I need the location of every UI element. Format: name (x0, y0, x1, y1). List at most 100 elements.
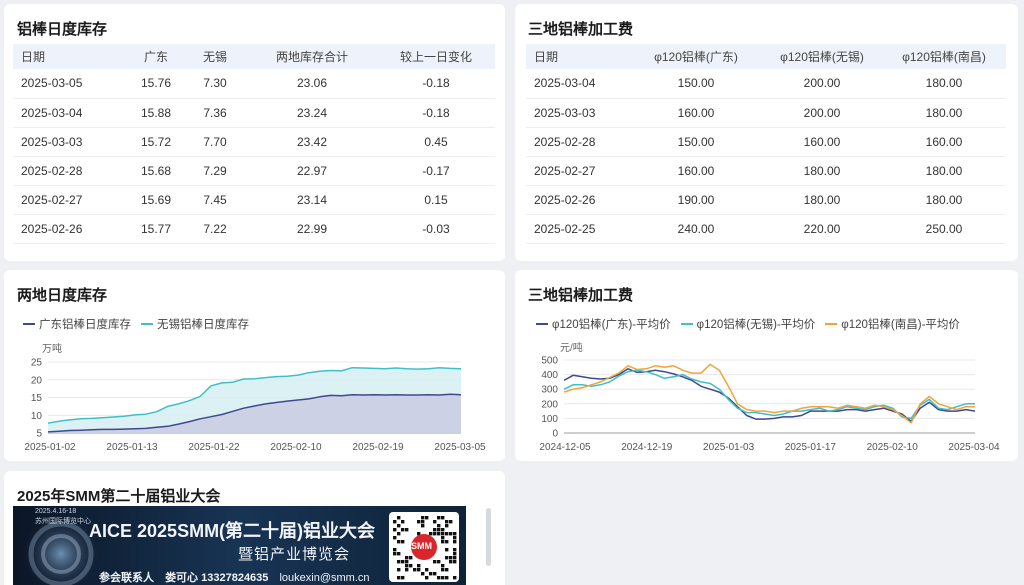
table-row: 2025-03-04 150.00 200.00 180.00 (526, 69, 1006, 99)
banner-contact-person: 娄可心 13327824635 (165, 572, 269, 584)
table-cell: 180.00 (762, 185, 882, 215)
conference-title: 2025年SMM第二十届铝业大会 (17, 488, 221, 505)
banner-logo-text: SMM (411, 541, 432, 551)
table-cell: 23.14 (247, 185, 377, 215)
series-line[interactable] (563, 368, 976, 423)
table-cell: 15.77 (129, 214, 183, 244)
y-tick-label: 5 (36, 429, 42, 440)
column-header[interactable]: φ120铝棒(无锡) (762, 44, 882, 69)
table-cell: 180.00 (882, 69, 1006, 99)
table-cell: 160.00 (882, 127, 1006, 157)
banner-date: 2025.4.16-18 (35, 508, 77, 515)
table-cell: 23.24 (247, 98, 377, 128)
table-cell: 15.76 (129, 69, 183, 99)
x-tick-label: 2025-01-13 (106, 442, 158, 453)
table-cell: 250.00 (882, 214, 1006, 244)
table-cell: 240.00 (630, 214, 762, 244)
table-cell: 22.99 (247, 214, 377, 244)
x-tick-label: 2025-02-19 (352, 442, 404, 453)
table-cell: 7.29 (183, 156, 247, 186)
table-cell: 15.69 (129, 185, 183, 215)
fee-table-scroll[interactable]: 日期 φ120铝棒(广东) φ120铝棒(无锡) φ120铝棒(南昌) 2025-03… (526, 44, 1006, 253)
table-cell: 23.06 (247, 69, 377, 99)
conference-scrollbar[interactable] (486, 508, 491, 566)
table-row: 2025-03-04 15.88 7.36 23.24 -0.18 (13, 98, 495, 128)
table-cell: 2025-03-05 (13, 69, 129, 99)
y-tick-label: 10 (31, 411, 43, 422)
x-tick-label: 2024-12-05 (539, 442, 591, 453)
table-cell: 150.00 (630, 69, 762, 99)
table-cell: 2025-02-27 (13, 185, 129, 215)
table-cell: 180.00 (882, 185, 1006, 215)
table-cell: -0.17 (377, 156, 495, 186)
y-tick-label: 200 (541, 399, 558, 410)
table-cell: 7.30 (183, 69, 247, 99)
table-cell: 2025-03-03 (526, 98, 630, 128)
table-row: 2025-03-03 160.00 200.00 180.00 (526, 98, 1006, 128)
x-tick-label: 2025-01-17 (785, 442, 837, 453)
banner-email: loukexin@smm.cn (279, 572, 370, 584)
column-header[interactable]: φ120铝棒(广东) (630, 44, 762, 69)
table-header-row: 日期 φ120铝棒(广东) φ120铝棒(无锡) φ120铝棒(南昌) (526, 44, 1006, 69)
stock-table-scroll[interactable]: 日期 广东 无锡 两地库存合计 较上一日变化 2025-03-05 15.76 7.30 23… (13, 44, 495, 253)
table-row: 2025-02-27 15.69 7.45 23.14 0.15 (13, 185, 495, 215)
table-row: 2025-03-05 15.76 7.30 23.06 -0.18 (13, 69, 495, 99)
x-tick-label: 2025-03-04 (948, 442, 1000, 453)
banner-contact-label: 参会联系人 (99, 572, 154, 584)
table-cell: 23.42 (247, 127, 377, 157)
table-cell: 2025-02-26 (526, 185, 630, 215)
y-tick-label: 15 (31, 393, 43, 404)
y-tick-label: 400 (541, 370, 558, 381)
fee-table-card: 三地铝棒加工费 日期 φ120铝棒(广东) φ120铝棒(无锡) φ120铝棒(南昌)… (515, 4, 1018, 261)
table-cell: 0.15 (377, 185, 495, 215)
column-header[interactable]: 日期 (526, 44, 630, 69)
y-tick-label: 500 (541, 356, 558, 367)
column-header[interactable]: 广东 (129, 44, 183, 69)
x-tick-label: 2025-01-02 (24, 442, 76, 453)
table-row: 2025-02-26 190.00 180.00 180.00 (526, 185, 1006, 215)
banner-headline-right: SMM(第二十届)铝业大会 (177, 521, 376, 541)
stock-table-title: 铝棒日度库存 (17, 21, 108, 38)
table-cell: 190.00 (630, 185, 762, 215)
table-cell: -0.18 (377, 98, 495, 128)
table-cell: 7.22 (183, 214, 247, 244)
table-cell: 150.00 (630, 127, 762, 157)
table-cell: 15.68 (129, 156, 183, 186)
table-cell: 22.97 (247, 156, 377, 186)
table-cell: 2025-02-28 (13, 156, 129, 186)
table-row: 2025-02-26 15.77 7.22 22.99 -0.03 (13, 214, 495, 244)
table-cell: 180.00 (882, 156, 1006, 186)
table-cell: 2025-03-03 (13, 127, 129, 157)
table-row: 2025-02-28 150.00 160.00 160.00 (526, 127, 1006, 157)
banner-contact: 参会联系人 娄可心 13327824635 loukexin@smm.cn (99, 569, 370, 585)
x-tick-label: 2025-02-10 (270, 442, 322, 453)
table-cell: 2025-02-27 (526, 156, 630, 186)
stock-table: 日期 广东 无锡 两地库存合计 较上一日变化 2025-03-05 15.76 7.30 23… (13, 44, 495, 244)
table-row: 2025-02-27 160.00 180.00 180.00 (526, 156, 1006, 186)
table-cell: 7.70 (183, 127, 247, 157)
conference-banner[interactable]: 2025.4.16-18 苏州国际博览中心 AICE 2025SMM(第二十届)… (13, 506, 466, 585)
banner-venue: 苏州国际博览中心 (35, 518, 91, 525)
table-cell: 2025-02-28 (526, 127, 630, 157)
stock-chart: 5 10 15 20 25 2025-01-02 2025-01-13 2025-01-22 2… (24, 358, 486, 454)
table-cell: 0.45 (377, 127, 495, 157)
column-header[interactable]: 两地库存合计 (247, 44, 377, 69)
table-cell: 7.36 (183, 98, 247, 128)
x-tick-label: 2024-12-19 (621, 442, 673, 453)
column-header[interactable]: 较上一日变化 (377, 44, 495, 69)
table-header-row: 日期 广东 无锡 两地库存合计 较上一日变化 (13, 44, 495, 69)
fee-chart-card: 三地铝棒加工费 φ120铝棒(广东)-平均价 φ120铝棒(无锡)-平均价 φ120… (515, 270, 1018, 461)
table-cell: -0.03 (377, 214, 495, 244)
banner-headline-left: AICE 2025 (89, 521, 178, 541)
column-header[interactable]: φ120铝棒(南昌) (882, 44, 1006, 69)
column-header[interactable]: 日期 (13, 44, 129, 69)
fee-table: 日期 φ120铝棒(广东) φ120铝棒(无锡) φ120铝棒(南昌) 2025-03… (526, 44, 1006, 244)
table-cell: 2025-03-04 (526, 69, 630, 99)
table-cell: 2025-03-04 (13, 98, 129, 128)
table-cell: 15.72 (129, 127, 183, 157)
column-header[interactable]: 无锡 (183, 44, 247, 69)
x-tick-label: 2025-01-03 (703, 442, 755, 453)
table-row: 2025-03-03 15.72 7.70 23.42 0.45 (13, 127, 495, 157)
table-cell: 15.88 (129, 98, 183, 128)
fee-chart: 0 100 200 300 400 500 2024-12-05 2024-12-19 2025… (539, 356, 1000, 454)
